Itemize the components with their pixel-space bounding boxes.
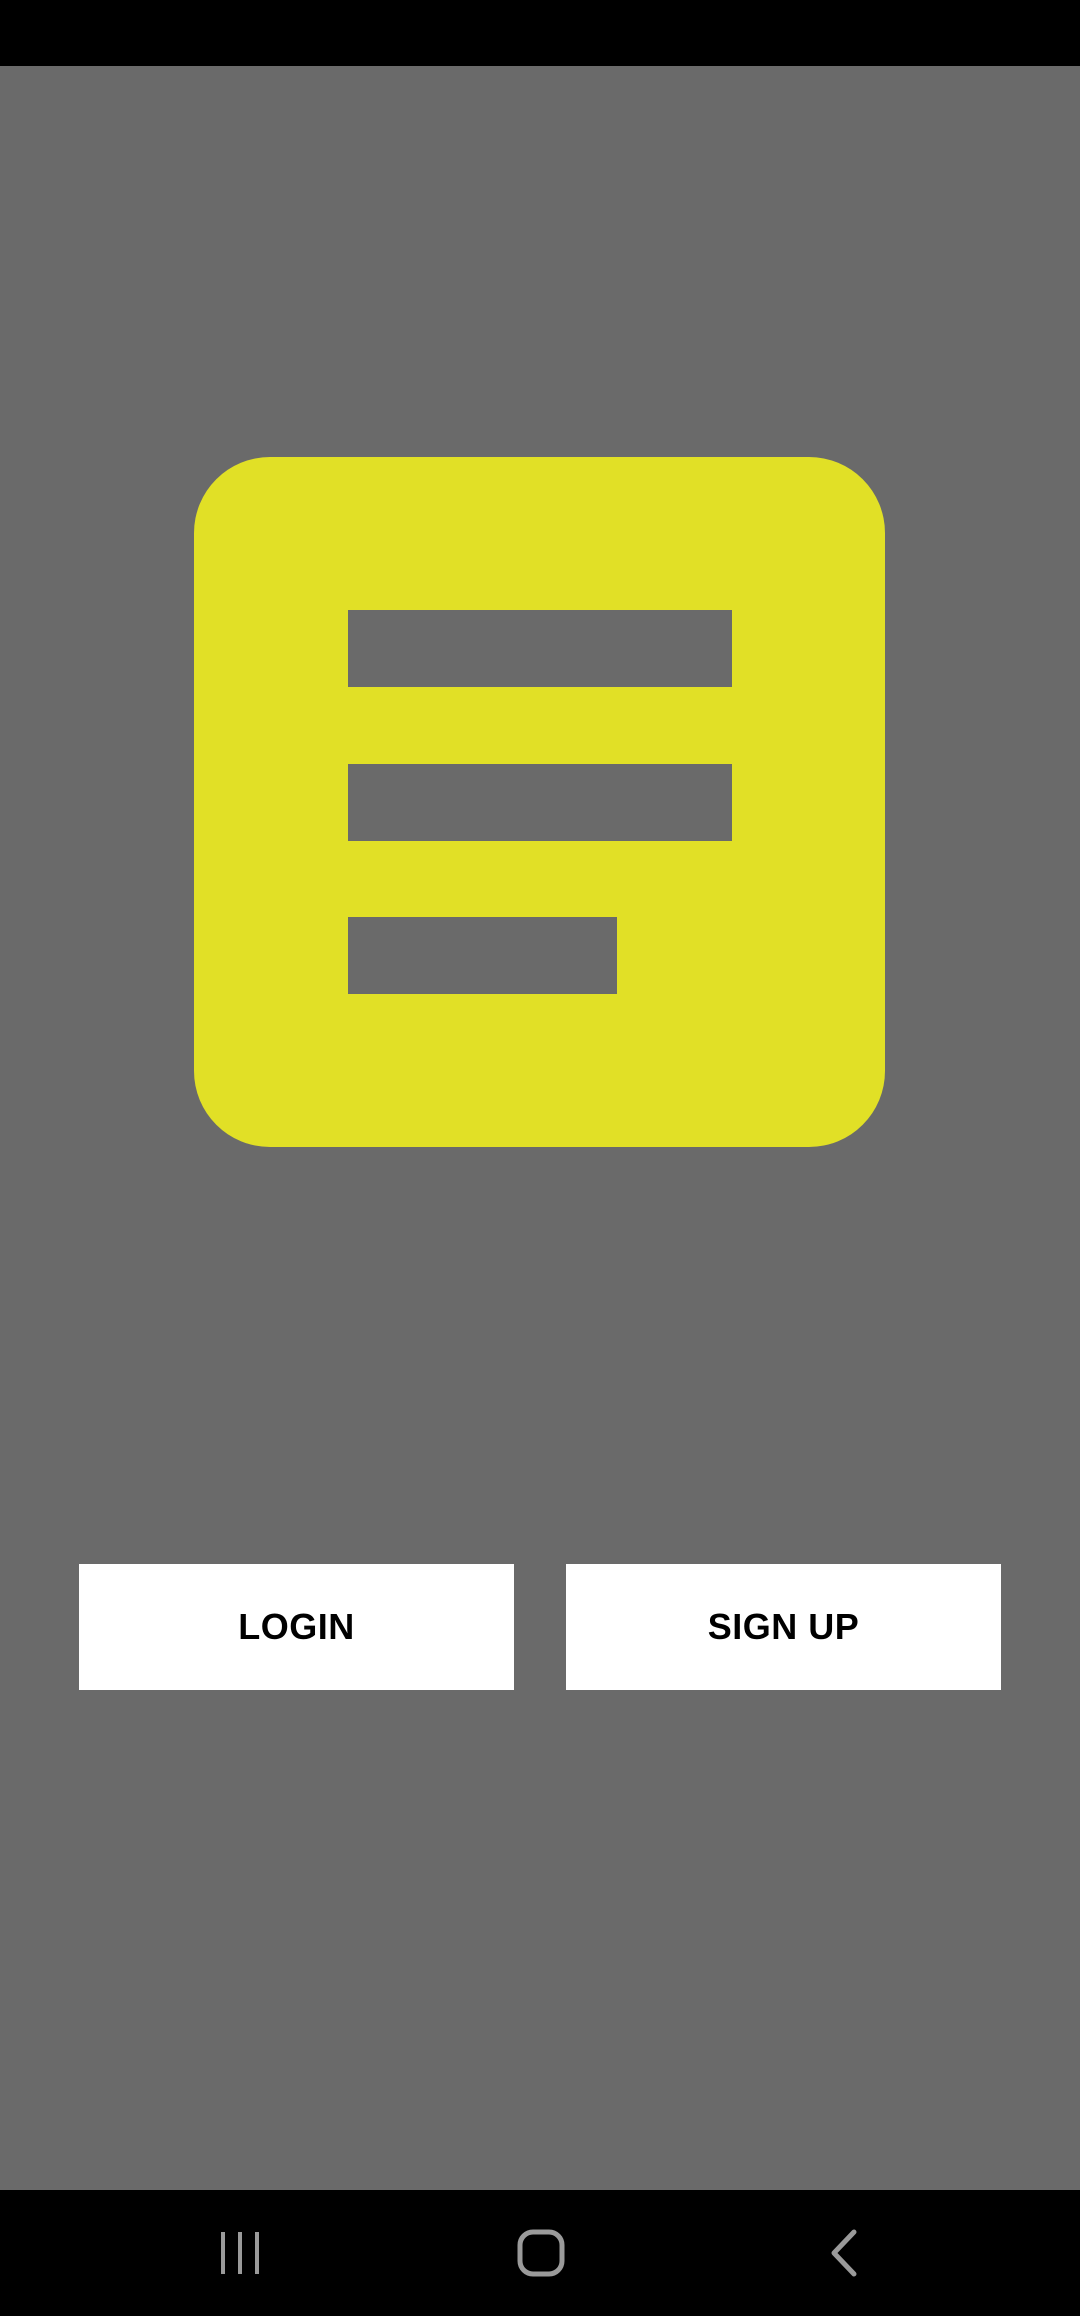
login-button[interactable]: LOGIN [79,1564,514,1690]
recent-apps-button[interactable] [160,2190,320,2316]
back-icon [831,2229,857,2277]
status-bar [0,0,1080,66]
navigation-bar [0,2190,1080,2316]
logo-line [348,764,732,841]
logo-line [348,610,732,687]
back-button[interactable] [765,2190,925,2316]
recent-apps-icon [221,2232,259,2274]
app-logo [194,457,885,1147]
home-button[interactable] [461,2190,621,2316]
sign-up-button[interactable]: SIGN UP [566,1564,1001,1690]
home-icon [517,2229,565,2277]
welcome-screen: LOGIN SIGN UP [0,0,1080,2316]
logo-line [348,917,617,994]
